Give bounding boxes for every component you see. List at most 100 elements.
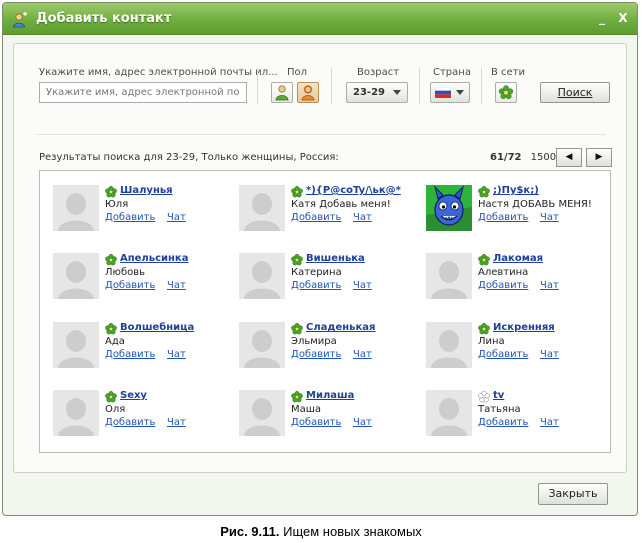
country-select[interactable]	[430, 82, 470, 103]
contact-card[interactable]: Sexy Оля Добавить Чат	[53, 390, 233, 440]
russia-flag-icon	[435, 87, 451, 98]
online-status-icon	[105, 254, 117, 266]
contact-card[interactable]: Искренняя Лина Добавить Чат	[426, 322, 606, 372]
online-label: В сети	[491, 67, 526, 78]
add-contact-link[interactable]: Добавить	[291, 417, 341, 428]
next-page-button[interactable]: ▶	[586, 148, 612, 167]
add-contact-link[interactable]: Добавить	[291, 212, 341, 223]
contact-nickname-link[interactable]: Волшебница	[120, 322, 194, 333]
search-input[interactable]	[39, 82, 247, 103]
chat-link[interactable]: Чат	[353, 280, 372, 291]
contact-nickname-link[interactable]: Шалунья	[120, 185, 173, 196]
window-title: Добавить контакт	[36, 11, 172, 26]
gender-male-button[interactable]	[271, 82, 293, 103]
contact-nickname-link[interactable]: Апельсинка	[120, 253, 188, 264]
avatar-placeholder[interactable]	[53, 322, 99, 368]
avatar-placeholder[interactable]	[426, 253, 472, 299]
avatar-placeholder[interactable]	[426, 390, 472, 436]
contact-nickname-link[interactable]: Вишенька	[306, 253, 365, 264]
contact-nickname-link[interactable]: tv	[493, 390, 504, 401]
contact-nickname-link[interactable]: ;)Пу$к;)	[493, 185, 539, 196]
title-bar[interactable]: Добавить контакт _ X	[3, 3, 637, 35]
avatar-placeholder[interactable]	[239, 253, 285, 299]
chat-link[interactable]: Чат	[167, 417, 186, 428]
chat-link[interactable]: Чат	[353, 212, 372, 223]
contact-real-name: Алевтина	[478, 267, 529, 278]
contact-real-name: Ада	[105, 336, 125, 347]
contact-nickname-link[interactable]: Милаша	[306, 390, 354, 401]
contact-nickname-link[interactable]: Лакомая	[493, 253, 543, 264]
add-contact-link[interactable]: Добавить	[105, 349, 155, 360]
age-label: Возраст	[357, 67, 400, 78]
results-list: Шалунья Юля Добавить Чат *){P@coTy/\ьк@* Катя…	[39, 170, 611, 453]
contact-nickname-link[interactable]: Сладенькая	[306, 322, 375, 333]
add-contact-link[interactable]: Добавить	[478, 212, 528, 223]
figure-text: Ищем новых знакомых	[283, 524, 422, 539]
avatar-image[interactable]	[426, 185, 472, 231]
online-status-icon	[478, 323, 490, 335]
chat-link[interactable]: Чат	[167, 349, 186, 360]
avatar-placeholder[interactable]	[53, 185, 99, 231]
query-label: Укажите имя, адрес электронной почты ил.…	[39, 67, 278, 78]
add-contact-link[interactable]: Добавить	[291, 280, 341, 291]
add-contact-link[interactable]: Добавить	[105, 212, 155, 223]
chevron-down-icon	[456, 90, 464, 95]
avatar-placeholder[interactable]	[239, 390, 285, 436]
gender-female-button[interactable]	[297, 82, 319, 103]
add-contact-link[interactable]: Добавить	[478, 349, 528, 360]
minimize-button[interactable]: _	[594, 10, 610, 26]
avatar-placeholder[interactable]	[53, 253, 99, 299]
avatar-placeholder[interactable]	[426, 322, 472, 368]
chat-link[interactable]: Чат	[540, 417, 559, 428]
results-title: Результаты поиска для 23-29, Только женщ…	[39, 152, 339, 163]
add-contact-link[interactable]: Добавить	[478, 417, 528, 428]
contact-card[interactable]: ;)Пу$к;) Настя ДОБАВЬ МЕНЯ! Добавить Чат	[426, 185, 606, 235]
contact-nickname-link[interactable]: *){P@coTy/\ьк@*	[306, 185, 401, 196]
avatar-placeholder[interactable]	[239, 185, 285, 231]
age-select[interactable]: 23-29	[346, 82, 408, 103]
contact-card[interactable]: Милаша Маша Добавить Чат	[239, 390, 419, 440]
contact-real-name: Настя ДОБАВЬ МЕНЯ!	[478, 199, 592, 210]
chat-link[interactable]: Чат	[353, 349, 372, 360]
online-status-icon	[291, 323, 303, 335]
contact-card[interactable]: Волшебница Ада Добавить Чат	[53, 322, 233, 372]
contact-card[interactable]: *){P@coTy/\ьк@* Катя Добавь меня! Добавить…	[239, 185, 419, 235]
contact-card[interactable]: Апельсинка Любовь Добавить Чат	[53, 253, 233, 303]
close-window-button[interactable]: X	[615, 10, 631, 26]
divider	[419, 68, 420, 104]
add-contact-link[interactable]: Добавить	[291, 349, 341, 360]
female-icon	[301, 85, 315, 101]
add-contact-link[interactable]: Добавить	[105, 280, 155, 291]
divider	[36, 134, 606, 135]
add-contact-link[interactable]: Добавить	[478, 280, 528, 291]
avatar-placeholder[interactable]	[53, 390, 99, 436]
contact-real-name: Оля	[105, 404, 126, 415]
online-flower-icon	[498, 85, 514, 100]
contact-real-name: Маша	[291, 404, 322, 415]
chat-link[interactable]: Чат	[167, 280, 186, 291]
prev-page-button[interactable]: ◀	[556, 148, 582, 167]
contact-nickname-link[interactable]: Sexy	[120, 390, 147, 401]
contact-nickname-link[interactable]: Искренняя	[493, 322, 555, 333]
add-contact-link[interactable]: Добавить	[105, 417, 155, 428]
chat-link[interactable]: Чат	[540, 349, 559, 360]
chat-link[interactable]: Чат	[167, 212, 186, 223]
online-status-icon	[105, 323, 117, 335]
avatar-placeholder[interactable]	[239, 322, 285, 368]
contact-real-name: Татьяна	[478, 404, 521, 415]
contact-card[interactable]: Сладенькая Эльмира Добавить Чат	[239, 322, 419, 372]
contact-card[interactable]: tv Татьяна Добавить Чат	[426, 390, 606, 440]
online-status-icon	[105, 186, 117, 198]
chat-link[interactable]: Чат	[540, 212, 559, 223]
close-button[interactable]: Закрыть	[538, 483, 608, 505]
contact-card[interactable]: Вишенька Катерина Добавить Чат	[239, 253, 419, 303]
contact-card[interactable]: Шалунья Юля Добавить Чат	[53, 185, 233, 235]
online-only-toggle[interactable]	[495, 82, 517, 103]
chat-link[interactable]: Чат	[353, 417, 372, 428]
contact-card[interactable]: Лакомая Алевтина Добавить Чат	[426, 253, 606, 303]
chat-link[interactable]: Чат	[540, 280, 559, 291]
contact-real-name: Катерина	[291, 267, 342, 278]
contact-real-name: Юля	[105, 199, 129, 210]
search-button[interactable]: Поиск	[540, 82, 610, 103]
figure-number: Рис. 9.11.	[220, 524, 280, 539]
